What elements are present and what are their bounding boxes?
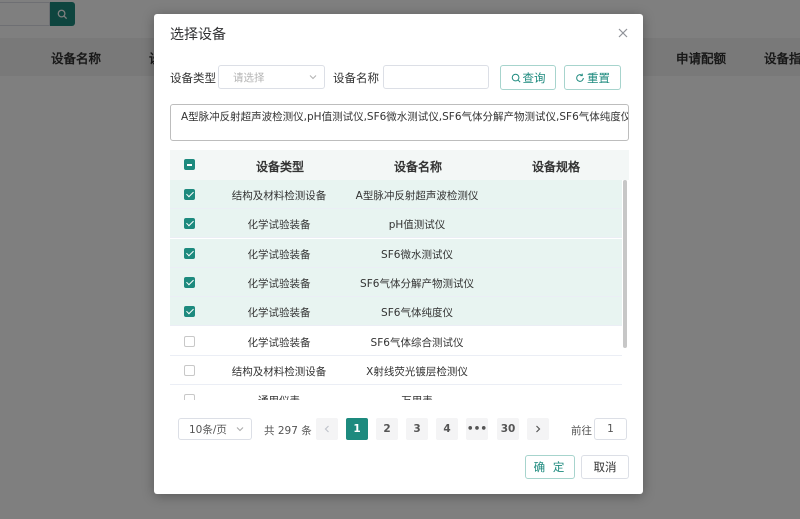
header-device-type: 设备类型 [256,160,305,174]
table-row[interactable]: 化学试验装备 SF6气体纯度仪 [170,297,622,327]
cell-device-type: 化学试验装备 [247,248,311,261]
table-scrollbar[interactable] [623,180,627,348]
row-checkbox[interactable] [184,306,195,318]
search-icon [511,73,521,83]
row-checkbox[interactable] [184,218,195,230]
dialog-title: 选择设备 [170,27,226,43]
device-type-label: 设备类型 [170,71,216,85]
table-row[interactable]: 化学试验装备 SF6气体综合测试仪 [170,327,622,356]
device-name-label: 设备名称 [333,71,379,85]
cell-device-type: 化学试验装备 [247,336,311,349]
cell-device-name: SF6气体分解产物测试仪 [360,277,474,290]
chevron-down-icon [236,427,244,432]
page-size-select[interactable]: 10条/页 [178,418,252,440]
cell-device-name: SF6气体纯度仪 [381,307,453,320]
chevron-down-icon [309,75,317,80]
table-header: 设备类型 设备名称 设备规格 [170,150,629,180]
device-name-input[interactable] [383,65,489,89]
more-pages-button[interactable]: ••• [466,418,488,440]
refresh-icon [576,73,584,82]
reset-button-label: 重置 [587,70,610,85]
page-button[interactable]: 30 [497,418,519,440]
cell-device-type: 通用仪表 [258,393,300,400]
close-icon[interactable] [617,27,629,39]
prev-page-button[interactable] [316,418,338,440]
cell-device-type: 化学试验装备 [247,277,311,290]
page-size-value: 10条/页 [189,424,227,436]
table-row[interactable]: 结构及材料检测设备 X射线荧光镀层检测仪 [170,356,622,385]
cell-device-name: SF6微水测试仪 [381,248,453,261]
header-device-name: 设备名称 [394,160,443,174]
table-row[interactable]: 化学试验装备 pH值测试仪 [170,209,622,239]
selected-devices-field[interactable]: A型脉冲反射超声波检测仪,pH值测试仪,SF6微水测试仪,SF6气体分解产物测试… [170,104,629,141]
device-type-select[interactable]: 请选择 [218,65,325,89]
chevron-right-icon [536,425,541,433]
cell-device-type: 结构及材料检测设备 [231,190,327,202]
row-checkbox[interactable] [184,335,195,347]
cell-device-type: 化学试验装备 [247,219,311,232]
page-button[interactable]: 3 [406,418,428,440]
goto-page-input[interactable]: 1 [594,418,627,440]
confirm-button[interactable]: 确 定 [525,455,575,479]
query-button[interactable]: 查询 [500,65,556,90]
total-count: 共 297 条 [264,425,312,437]
table-row[interactable]: 化学试验装备 SF6气体分解产物测试仪 [170,267,622,297]
select-all-checkbox[interactable] [184,159,195,170]
cell-device-type: 化学试验装备 [247,307,311,320]
goto-label: 前往 [571,425,592,437]
cell-device-name: 万用表 [401,393,433,400]
reset-button[interactable]: 重置 [564,65,621,90]
page-button[interactable]: 4 [436,418,458,440]
cell-device-type: 结构及材料检测设备 [231,365,327,378]
cell-device-name: X射线荧光镀层检测仪 [366,365,468,378]
row-checkbox[interactable] [184,364,195,376]
next-page-button[interactable] [527,418,549,440]
row-checkbox[interactable] [184,189,195,200]
cell-device-name: pH值测试仪 [388,219,446,232]
cancel-button[interactable]: 取消 [581,455,629,479]
device-type-placeholder: 请选择 [233,72,265,84]
table-row[interactable]: 化学试验装备 SF6微水测试仪 [170,238,622,268]
cell-device-name: SF6气体综合测试仪 [370,336,464,349]
chevron-left-icon [324,425,329,433]
table-row[interactable]: 通用仪表 万用表 [170,385,622,400]
page-button[interactable]: 1 [346,418,368,440]
cell-device-name: A型脉冲反射超声波检测仪 [355,190,479,202]
page-button[interactable]: 2 [376,418,398,440]
query-button-label: 查询 [522,70,546,85]
header-device-spec: 设备规格 [532,160,581,174]
select-device-dialog: 选择设备 设备类型 请选择 设备名称 查询 重置 A型脉冲反射超声波检测仪,pH… [154,14,643,494]
row-checkbox[interactable] [184,276,195,288]
table-row[interactable]: 结构及材料检测设备 A型脉冲反射超声波检测仪 [170,180,622,209]
row-checkbox[interactable] [184,394,195,400]
row-checkbox[interactable] [184,247,195,259]
device-table: 设备类型 设备名称 设备规格 结构及材料检测设备 A型脉冲反射超声波检测仪化学试验… [170,150,629,400]
